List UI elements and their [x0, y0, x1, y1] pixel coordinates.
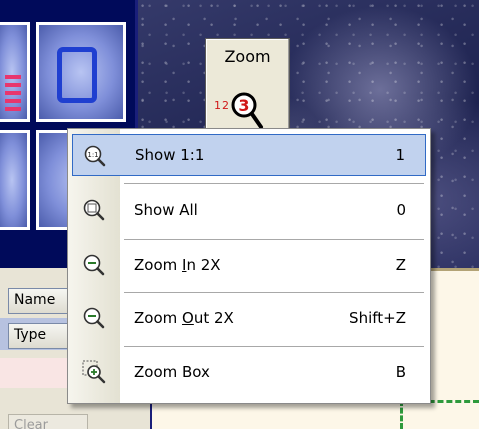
menu-item-shortcut: 0 [396, 201, 406, 219]
menu-item-label: Zoom Box [134, 363, 210, 381]
zoom-all-icon [83, 199, 105, 221]
menu-item-label: Show 1:1 [135, 146, 205, 164]
thumbnail-3[interactable] [0, 130, 30, 230]
label-suffix: ut 2X [193, 309, 234, 327]
menu-separator [124, 346, 424, 347]
menu-item-shortcut: Shift+Z [349, 309, 406, 327]
thumbnail-glyph [57, 47, 97, 103]
zoom-context-menu: 1:1 Show 1:1 1 Show All 0 Zoom In 2X Z Z… [67, 128, 431, 404]
selection-marquee-edge [400, 400, 403, 429]
svg-text:1:1: 1:1 [87, 151, 98, 159]
label-prefix: Zoom [134, 256, 183, 274]
menu-item-shortcut: B [395, 363, 406, 381]
name-column-header[interactable]: Name [8, 288, 68, 314]
zoom-in-icon [83, 254, 105, 276]
thumbnail-2[interactable] [36, 22, 126, 122]
label-prefix: Zoom [134, 309, 183, 327]
menu-item-shortcut: 1 [395, 146, 405, 164]
menu-item-zoom-in[interactable]: Zoom In 2X Z [72, 244, 426, 286]
zoom-1to1-icon: 1:1 [84, 145, 106, 167]
zoom-box-icon [82, 360, 106, 384]
menu-separator [124, 292, 424, 293]
menu-item-show-1-1[interactable]: 1:1 Show 1:1 1 [72, 134, 426, 176]
menu-item-label: Zoom Out 2X [134, 309, 234, 327]
thumbnail-glyph [5, 75, 21, 115]
menu-item-shortcut: Z [395, 256, 406, 274]
zoom-tool-button[interactable]: Zoom 12 3 [205, 38, 290, 142]
zoom-level-digits: 12 [214, 99, 230, 112]
menu-separator [124, 183, 424, 184]
menu-item-label: Zoom In 2X [134, 256, 221, 274]
type-column-header[interactable]: Type [8, 323, 68, 349]
clear-button[interactable]: Clear [8, 414, 88, 429]
menu-item-zoom-box[interactable]: Zoom Box B [72, 351, 426, 393]
menu-item-show-all[interactable]: Show All 0 [72, 189, 426, 231]
menu-separator [124, 239, 424, 240]
menu-item-zoom-out[interactable]: Zoom Out 2X Shift+Z [72, 297, 426, 339]
thumbnail-1[interactable] [0, 22, 30, 122]
menu-item-label: Show All [134, 201, 198, 219]
zoom-out-icon [83, 307, 105, 329]
magnifier-3-icon: 3 [231, 92, 263, 129]
zoom-tool-label: Zoom [224, 47, 271, 66]
label-suffix: n 2X [186, 256, 221, 274]
label-mnemonic: O [182, 309, 194, 327]
svg-text:3: 3 [238, 96, 249, 115]
